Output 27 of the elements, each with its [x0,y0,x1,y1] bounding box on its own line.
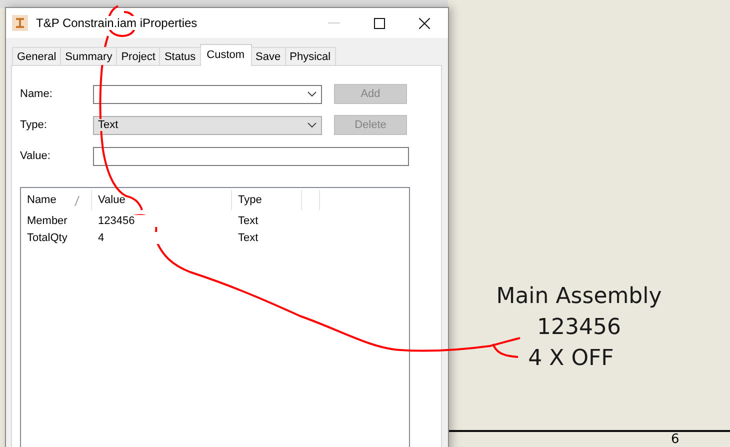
window-title: T&P Constrain.iam iProperties [36,16,198,30]
app-icon [12,15,28,31]
drawing-label: 4 X OFF [528,345,614,373]
tab[interactable]: Project [116,47,160,65]
column-header[interactable]: Value [92,190,232,210]
chevron-down-icon[interactable] [307,91,317,97]
drawing-label: Main Assembly [496,283,662,311]
tab[interactable]: Status [159,47,201,65]
type-dropdown[interactable]: Text [93,116,322,134]
tab[interactable]: General [12,47,62,65]
field-label: Name: [20,88,54,100]
tab[interactable]: Custom [200,44,252,66]
field-label: Type: [20,119,48,131]
chevron-down-icon[interactable] [307,122,317,128]
tab[interactable]: Physical [284,47,336,65]
sort-icon [74,196,80,206]
tab[interactable]: Save [250,47,286,65]
sheet-number: 6 [671,432,680,447]
column-header[interactable]: Name [21,190,92,210]
close-icon[interactable] [419,18,430,28]
drawing-label: 123456 [537,314,621,342]
field-label: Value: [20,150,52,162]
tab[interactable]: Summary [60,47,118,65]
value-field[interactable] [93,146,409,166]
maximize-icon[interactable] [374,18,385,28]
column-header[interactable]: Type [232,190,302,210]
name-dropdown[interactable] [93,84,322,104]
